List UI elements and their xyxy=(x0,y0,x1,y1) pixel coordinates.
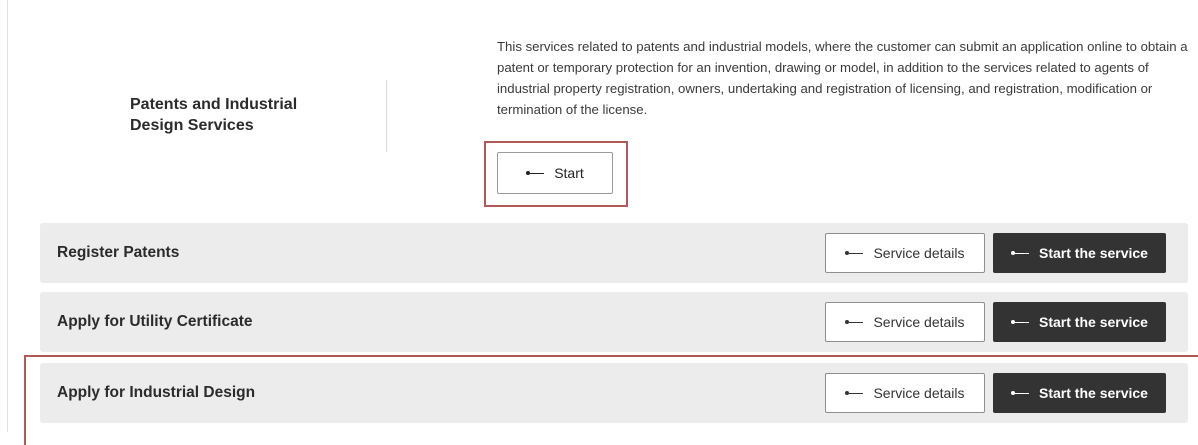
arrow-left-icon xyxy=(845,391,864,395)
service-details-button[interactable]: Service details xyxy=(825,302,985,342)
service-title: Apply for Utility Certificate xyxy=(57,313,253,330)
category-start-button[interactable]: Start xyxy=(497,152,613,194)
service-title: Apply for Industrial Design xyxy=(57,384,256,401)
start-button-label: Start xyxy=(554,165,584,181)
category-title: Patents and Industrial Design Services xyxy=(130,94,360,136)
service-title: Register Patents xyxy=(57,244,180,261)
service-row-utility-certificate: Apply for Utility Certificate Service de… xyxy=(40,292,1188,352)
service-details-label: Service details xyxy=(873,314,965,330)
start-service-button[interactable]: Start the service xyxy=(993,233,1166,273)
start-service-button[interactable]: Start the service xyxy=(993,373,1166,413)
start-service-label: Start the service xyxy=(1039,314,1148,330)
arrow-left-icon xyxy=(526,171,545,175)
arrow-left-icon xyxy=(1011,251,1030,255)
service-row-industrial-design: Apply for Industrial Design Service deta… xyxy=(40,363,1188,423)
service-row-register-patents: Register Patents Service details Start t… xyxy=(40,223,1188,283)
arrow-left-icon xyxy=(1011,320,1030,324)
category-description: This services related to patents and ind… xyxy=(497,39,1188,117)
arrow-left-icon xyxy=(845,251,864,255)
start-service-label: Start the service xyxy=(1039,245,1148,261)
start-service-button[interactable]: Start the service xyxy=(993,302,1166,342)
service-details-label: Service details xyxy=(873,245,965,261)
category-title-line1: Patents and Industrial xyxy=(130,96,298,113)
arrow-left-icon xyxy=(845,320,864,324)
left-border xyxy=(7,0,8,432)
vertical-divider xyxy=(386,80,387,152)
arrow-left-icon xyxy=(1011,391,1030,395)
category-title-line2: Design Services xyxy=(130,117,254,134)
service-details-label: Service details xyxy=(873,385,965,401)
service-details-button[interactable]: Service details xyxy=(825,233,985,273)
start-service-label: Start the service xyxy=(1039,385,1148,401)
service-details-button[interactable]: Service details xyxy=(825,373,985,413)
